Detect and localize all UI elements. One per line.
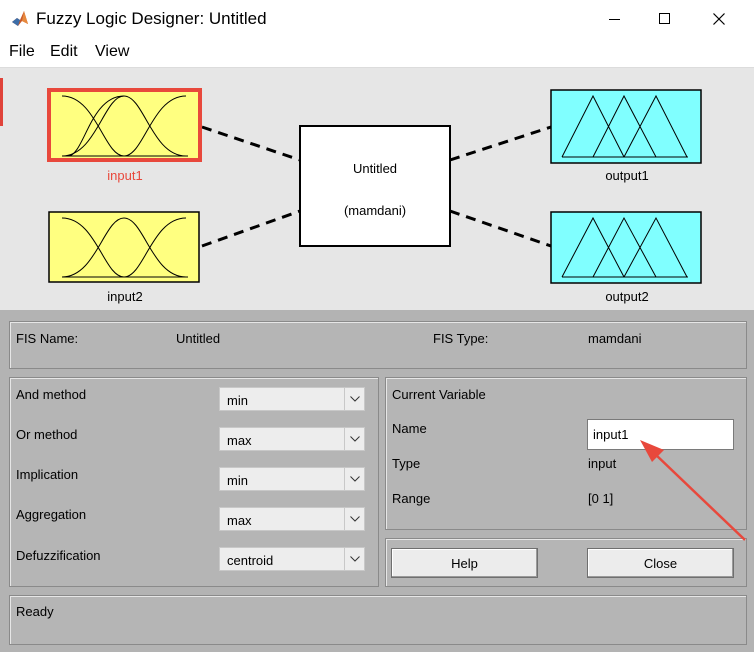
menu-file[interactable]: File: [9, 43, 35, 61]
variable-type-value: input: [588, 456, 617, 471]
input1-block[interactable]: [47, 88, 202, 162]
menu-bar: File Edit View: [0, 38, 754, 68]
status-text: Ready: [16, 604, 54, 619]
current-variable-panel: Current Variable Name Type input Range […: [385, 377, 747, 530]
window-edge-accent: [0, 78, 3, 126]
fis-name-value: Untitled: [176, 331, 221, 346]
output2-label[interactable]: output2: [547, 289, 707, 304]
defuzzification-value: centroid: [227, 553, 274, 568]
close-button[interactable]: [696, 0, 742, 38]
aggregation-value: max: [227, 513, 252, 528]
matlab-icon: [10, 9, 30, 29]
system-type: (mamdani): [343, 203, 407, 218]
properties-area: FIS Name: Untitled FIS Type: mamdani And…: [0, 310, 754, 652]
output1-label[interactable]: output1: [547, 168, 707, 183]
and-method-select[interactable]: min: [219, 387, 365, 411]
input2-block[interactable]: [48, 211, 200, 283]
chevron-down-icon: [344, 428, 364, 450]
input2-label[interactable]: input2: [45, 289, 205, 304]
variable-range-label: Range: [392, 491, 431, 506]
fis-diagram: Untitled (mamdani) input1 input2 output1…: [0, 68, 754, 310]
fis-info-panel: FIS Name: Untitled FIS Type: mamdani: [9, 321, 747, 369]
system-block[interactable]: [299, 125, 451, 247]
menu-edit[interactable]: Edit: [50, 43, 78, 61]
methods-panel: And method min Or method max Implication…: [9, 377, 379, 587]
system-name: Untitled: [352, 161, 398, 176]
maximize-button[interactable]: [642, 0, 688, 38]
input1-label[interactable]: input1: [45, 168, 205, 183]
chevron-down-icon: [344, 508, 364, 530]
window-title: Fuzzy Logic Designer: Untitled: [36, 9, 267, 28]
chevron-down-icon: [344, 388, 364, 410]
menu-view[interactable]: View: [95, 43, 129, 61]
chevron-down-icon: [344, 468, 364, 490]
minimize-button[interactable]: [592, 0, 638, 38]
aggregation-select[interactable]: max: [219, 507, 365, 531]
minimize-icon: [609, 19, 620, 20]
defuzzification-select[interactable]: centroid: [219, 547, 365, 571]
output2-block[interactable]: [550, 211, 702, 284]
or-method-value: max: [227, 433, 252, 448]
fis-type-value: mamdani: [588, 331, 642, 346]
help-button[interactable]: Help: [391, 548, 538, 578]
maximize-icon: [659, 13, 670, 24]
variable-range-value: [0 1]: [588, 491, 614, 506]
implication-label: Implication: [16, 467, 79, 482]
and-method-label: And method: [16, 387, 87, 402]
aggregation-label: Aggregation: [16, 507, 87, 522]
variable-type-label: Type: [392, 456, 421, 471]
variable-name-input[interactable]: [587, 419, 734, 450]
defuzzification-label: Defuzzification: [16, 548, 101, 563]
title-bar: Fuzzy Logic Designer: Untitled: [0, 0, 754, 38]
and-method-value: min: [227, 393, 248, 408]
variable-name-label: Name: [392, 421, 427, 436]
output1-block[interactable]: [550, 89, 702, 164]
chevron-down-icon: [344, 548, 364, 570]
implication-value: min: [227, 473, 248, 488]
current-variable-heading: Current Variable: [392, 387, 486, 402]
close-dialog-button[interactable]: Close: [587, 548, 734, 578]
implication-select[interactable]: min: [219, 467, 365, 491]
close-icon: [713, 13, 725, 25]
status-panel: Ready: [9, 595, 747, 645]
buttons-panel: Help Close: [385, 538, 747, 587]
or-method-label: Or method: [16, 427, 78, 442]
fis-name-label: FIS Name:: [16, 331, 79, 346]
or-method-select[interactable]: max: [219, 427, 365, 451]
fis-type-label: FIS Type:: [433, 331, 489, 346]
